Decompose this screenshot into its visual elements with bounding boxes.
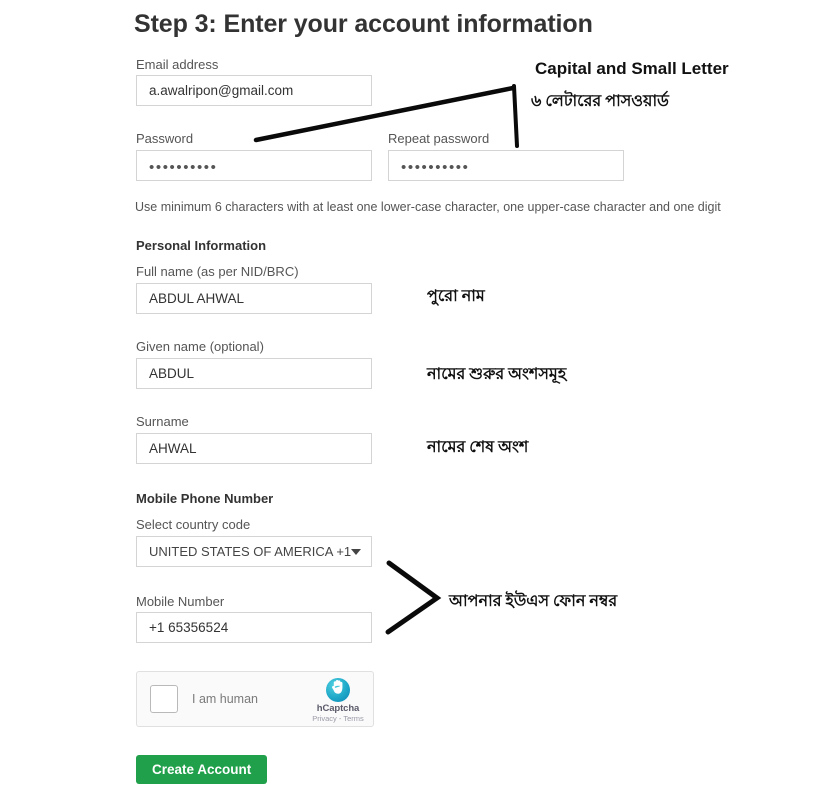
annotation-mobile-bn: আপনার ইউএস ফোন নম্বর xyxy=(449,593,618,610)
hcaptcha-privacy-terms[interactable]: Privacy - Terms xyxy=(305,714,371,724)
annotation-surname-bn: নামের শেষ অংশ xyxy=(427,439,529,456)
password-helper-text: Use minimum 6 characters with at least o… xyxy=(135,200,721,214)
given-name-label: Given name (optional) xyxy=(136,339,264,354)
annotation-password-rule-bn: ৬ লেটারের পাসওয়ার্ড xyxy=(531,93,669,110)
country-code-value: UNITED STATES OF AMERICA +1 xyxy=(149,544,352,559)
repeat-password-input[interactable]: •••••••••• xyxy=(388,150,624,181)
country-code-select[interactable]: UNITED STATES OF AMERICA +1 xyxy=(136,536,372,567)
repeat-password-label: Repeat password xyxy=(388,131,490,146)
surname-input[interactable]: AHWAL xyxy=(136,433,372,464)
annotation-password-rule-en: Capital and Small Letter xyxy=(535,59,729,78)
password-callout-tail xyxy=(512,84,519,148)
annotation-given-name-bn: নামের শুরুর অংশসমূহ xyxy=(427,366,567,383)
hcaptcha-checkbox[interactable] xyxy=(150,685,178,713)
password-label: Password xyxy=(136,131,194,146)
create-account-button[interactable]: Create Account xyxy=(136,755,268,784)
password-input[interactable]: •••••••••• xyxy=(136,150,372,181)
full-name-input[interactable]: ABDUL AHWAL xyxy=(136,283,372,314)
handdrawn-annotation-layer xyxy=(253,84,519,635)
given-name-input[interactable]: ABDUL xyxy=(136,358,372,389)
surname-label: Surname xyxy=(136,414,189,429)
personal-information-heading: Personal Information xyxy=(136,238,267,253)
email-input[interactable]: a.awalripon@gmail.com xyxy=(136,75,372,106)
hcaptcha-brand-name: hCaptcha xyxy=(316,702,360,714)
full-name-label: Full name (as per NID/BRC) xyxy=(136,264,299,279)
mobile-callout-arrow xyxy=(385,560,442,635)
hcaptcha-widget[interactable]: I am human hCaptcha Privacy - Terms xyxy=(136,671,374,727)
hcaptcha-hand-icon xyxy=(326,677,350,702)
mobile-number-label: Mobile Number xyxy=(136,594,225,609)
chevron-down-icon xyxy=(351,548,362,555)
page-title: Step 3: Enter your account information xyxy=(134,10,593,38)
mobile-phone-heading: Mobile Phone Number xyxy=(136,491,274,506)
email-label: Email address xyxy=(136,57,219,72)
country-code-label: Select country code xyxy=(136,517,251,532)
hcaptcha-brand: hCaptcha Privacy - Terms xyxy=(305,675,371,724)
annotation-full-name-bn: পুরো নাম xyxy=(427,288,485,305)
hcaptcha-label: I am human xyxy=(192,692,259,706)
signup-page: Step 3: Enter your account information E… xyxy=(0,0,817,799)
mobile-number-input[interactable]: +1 65356524 xyxy=(136,612,372,643)
